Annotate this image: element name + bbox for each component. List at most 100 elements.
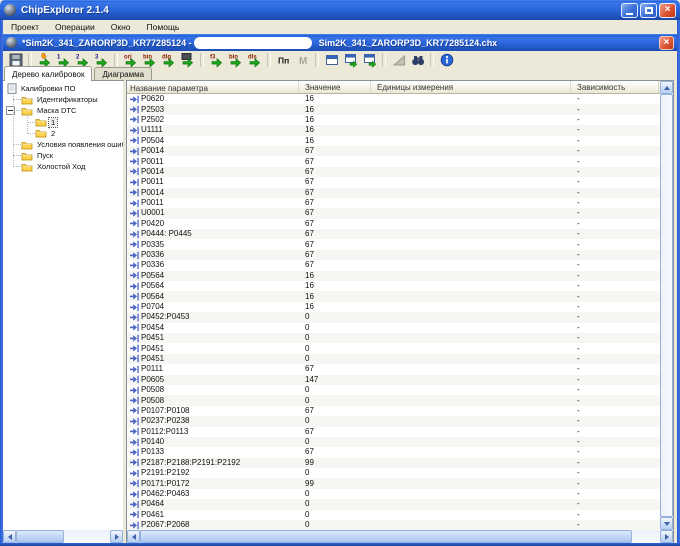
table-row[interactable]: P04540- bbox=[127, 323, 660, 333]
tree-item-label[interactable]: Условия появления ошибок bbox=[35, 140, 123, 149]
export-dlg-button[interactable]: dlg bbox=[159, 51, 178, 68]
info-button[interactable] bbox=[437, 51, 456, 68]
table-row[interactable]: P056416- bbox=[127, 281, 660, 291]
tree-item[interactable]: Условия появления ошибок bbox=[3, 139, 123, 150]
tree-item[interactable]: Идентификаторы bbox=[3, 94, 123, 105]
write-3-button[interactable]: 3 bbox=[92, 51, 111, 68]
scroll-left-button[interactable] bbox=[127, 530, 140, 543]
table-row[interactable]: P0237:P02380- bbox=[127, 416, 660, 426]
tree-item-label[interactable]: 2 bbox=[49, 129, 57, 138]
table-row[interactable]: P2191:P21920- bbox=[127, 468, 660, 478]
menu-item-проект[interactable]: Проект bbox=[3, 21, 47, 33]
table-row[interactable]: P056416- bbox=[127, 291, 660, 301]
table-row[interactable]: P062016- bbox=[127, 94, 660, 104]
table-row[interactable]: P05080- bbox=[127, 385, 660, 395]
scroll-left-button[interactable] bbox=[3, 530, 16, 543]
table-row[interactable]: P01400- bbox=[127, 437, 660, 447]
table-row[interactable]: U000167- bbox=[127, 208, 660, 218]
export-bin-button[interactable]: bin bbox=[140, 51, 159, 68]
table-row[interactable]: P0452:P04530- bbox=[127, 312, 660, 322]
table-row[interactable]: P05080- bbox=[127, 395, 660, 405]
table-row[interactable]: P001467- bbox=[127, 146, 660, 156]
table-row[interactable]: P001467- bbox=[127, 167, 660, 177]
tree-item-label[interactable]: Идентификаторы bbox=[35, 95, 100, 104]
table-row[interactable]: P033667- bbox=[127, 250, 660, 260]
tree-item-label[interactable]: 1 bbox=[49, 118, 57, 127]
table-row[interactable]: P050416- bbox=[127, 136, 660, 146]
open-window-button[interactable] bbox=[341, 51, 360, 68]
table-row[interactable]: P001467- bbox=[127, 188, 660, 198]
tree-item-label[interactable]: Холостой Ход bbox=[35, 162, 87, 171]
ramp-button[interactable] bbox=[389, 51, 408, 68]
import-bin-button[interactable]: bin bbox=[226, 51, 245, 68]
tree-item-label[interactable]: Пуск bbox=[35, 151, 55, 160]
table-row[interactable]: P011167- bbox=[127, 364, 660, 374]
column-header-name[interactable]: Название параметра bbox=[127, 81, 299, 93]
table-row[interactable]: P001167- bbox=[127, 177, 660, 187]
table-row[interactable]: P0605147- bbox=[127, 375, 660, 385]
minimize-button[interactable] bbox=[621, 3, 638, 18]
table-row[interactable]: P070416- bbox=[127, 302, 660, 312]
search-button[interactable] bbox=[408, 51, 427, 68]
table-row[interactable]: P04510- bbox=[127, 354, 660, 364]
menu-item-помощь[interactable]: Помощь bbox=[139, 21, 188, 33]
tree-item[interactable]: 1 bbox=[3, 117, 123, 128]
maximize-button[interactable] bbox=[640, 3, 657, 18]
new-window-button[interactable] bbox=[322, 51, 341, 68]
column-header-units[interactable]: Единицы измерения bbox=[371, 81, 571, 93]
import-f3-button[interactable]: f3 bbox=[207, 51, 226, 68]
menu-item-окно[interactable]: Окно bbox=[103, 21, 139, 33]
table-row[interactable]: U111116- bbox=[127, 125, 660, 135]
table-row[interactable]: P013367- bbox=[127, 447, 660, 457]
table-horizontal-scrollbar[interactable] bbox=[127, 530, 673, 543]
import-dls-button[interactable]: dls bbox=[245, 51, 264, 68]
table-row[interactable]: P2067:P20680- bbox=[127, 520, 660, 530]
scroll-down-button[interactable] bbox=[660, 517, 673, 530]
table-row[interactable]: P04510- bbox=[127, 343, 660, 353]
table-row[interactable]: P04510- bbox=[127, 333, 660, 343]
sync-window-button[interactable] bbox=[360, 51, 379, 68]
table-row[interactable]: P0171:P017299- bbox=[127, 478, 660, 488]
scroll-up-button[interactable] bbox=[660, 81, 673, 94]
table-row[interactable]: P001167- bbox=[127, 156, 660, 166]
tree-item-label[interactable]: Маска DTC bbox=[35, 106, 78, 115]
table-row[interactable]: P0444: P044567- bbox=[127, 229, 660, 239]
table-row[interactable]: P033567- bbox=[127, 239, 660, 249]
bookmark-button[interactable]: M bbox=[293, 51, 312, 68]
table-row[interactable]: P001167- bbox=[127, 198, 660, 208]
tree-item-label[interactable]: Калибровки ПО bbox=[19, 84, 78, 93]
scroll-right-button[interactable] bbox=[110, 530, 123, 543]
table-vscroll-thumb[interactable] bbox=[660, 94, 673, 517]
table-row[interactable]: P0462:P04630- bbox=[127, 489, 660, 499]
table-row[interactable]: P04640- bbox=[127, 499, 660, 509]
table-row[interactable]: P0112:P011367- bbox=[127, 427, 660, 437]
scroll-right-button[interactable] bbox=[660, 530, 673, 543]
document-close-button[interactable]: × bbox=[659, 36, 674, 50]
table-row[interactable]: P033667- bbox=[127, 260, 660, 270]
export-ecu-button[interactable] bbox=[178, 51, 197, 68]
tab-calibration-tree[interactable]: Дерево калибровок bbox=[4, 66, 92, 81]
column-header-value[interactable]: Значение bbox=[299, 81, 371, 93]
table-row[interactable]: P250216- bbox=[127, 115, 660, 125]
menu-item-операции[interactable]: Операции bbox=[47, 21, 103, 33]
table-row[interactable]: P04610- bbox=[127, 510, 660, 520]
table-row[interactable]: P0107:P010867- bbox=[127, 406, 660, 416]
table-row[interactable]: P056416- bbox=[127, 271, 660, 281]
tree-item[interactable]: 2 bbox=[3, 128, 123, 139]
table-row[interactable]: P2187:P2188:P2191:P219299- bbox=[127, 458, 660, 468]
export-orj-button[interactable]: orj bbox=[121, 51, 140, 68]
table-row[interactable]: P042067- bbox=[127, 219, 660, 229]
tree-hscroll-thumb[interactable] bbox=[16, 530, 64, 543]
close-button[interactable]: × bbox=[659, 3, 676, 18]
column-header-dependency[interactable]: Зависимость bbox=[571, 81, 659, 93]
tree-item[interactable]: Пуск bbox=[3, 150, 123, 161]
tab-diagram[interactable]: Диаграмма bbox=[94, 67, 152, 81]
tree-item[interactable]: Холостой Ход bbox=[3, 161, 123, 172]
font-button[interactable]: Пп bbox=[274, 51, 293, 68]
tree-horizontal-scrollbar[interactable] bbox=[3, 530, 123, 543]
tree-item[interactable]: Маска DTC bbox=[3, 105, 123, 116]
table-vertical-scrollbar[interactable] bbox=[660, 81, 673, 530]
table-hscroll-thumb[interactable] bbox=[140, 530, 632, 543]
tree-item[interactable]: Калибровки ПО bbox=[3, 83, 123, 94]
table-row[interactable]: P250316- bbox=[127, 104, 660, 114]
